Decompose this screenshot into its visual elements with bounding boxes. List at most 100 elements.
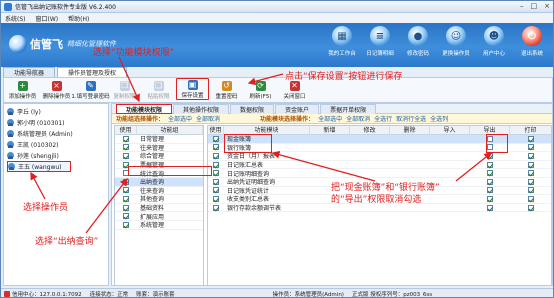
group-select-all-link[interactable]: 全部选中 — [168, 114, 192, 123]
status-version: 正式版 授权序列号：pz003_6ss — [351, 291, 433, 298]
toolbar-button: ❏ 粘贴权限 — [142, 78, 175, 100]
permission-tab[interactable]: 票据开单权限 — [320, 104, 377, 114]
use-cell — [208, 170, 224, 177]
permission-tab[interactable]: 数据权限 — [230, 104, 275, 114]
banner-tile-button[interactable]: ☺ 更换操作员 — [439, 26, 473, 57]
use-checkbox[interactable] — [123, 213, 129, 220]
permission-tab[interactable]: 资金账户 — [275, 104, 320, 114]
logo-icon — [9, 35, 27, 53]
function-group-row[interactable]: 系统管理 — [115, 221, 203, 230]
operator-item[interactable]: 系统管理员 (Admin) — [7, 128, 105, 139]
permission-tab[interactable]: 功能模块权限 — [116, 104, 173, 114]
tab-operator-management[interactable]: 操作员管理及授权 — [57, 67, 128, 77]
export-checkbox[interactable] — [487, 170, 493, 177]
use-checkbox[interactable] — [213, 204, 219, 211]
use-checkbox[interactable] — [123, 178, 129, 185]
select-column-link[interactable]: 全选列 — [430, 114, 448, 123]
header-function-group: 功能组 — [137, 126, 203, 135]
export-checkbox[interactable] — [487, 152, 493, 159]
window-title: 信管飞出纳记账软件专业版 V6.2.400 — [15, 4, 116, 11]
use-checkbox[interactable] — [213, 170, 219, 177]
module-deselect-all-link[interactable]: 全部取消 — [346, 114, 370, 123]
menu-help[interactable]: 帮助(H) — [68, 14, 89, 23]
use-checkbox[interactable] — [213, 161, 219, 168]
module-ops-title: 功能模块选择操作： — [260, 116, 315, 123]
banner-tile-button[interactable]: ☻ 用户中心 — [477, 26, 511, 57]
operator-item[interactable]: 李丘 (ly) — [7, 106, 105, 117]
print-checkbox[interactable] — [527, 178, 534, 185]
use-checkbox[interactable] — [123, 221, 129, 228]
use-checkbox[interactable] — [213, 135, 219, 142]
export-checkbox[interactable] — [487, 178, 493, 185]
menu-window[interactable]: 窗口(W) — [36, 14, 59, 23]
toolbar-button[interactable]: × 删除操作员 — [40, 78, 73, 100]
use-checkbox[interactable] — [213, 152, 219, 159]
use-checkbox[interactable] — [123, 170, 129, 177]
use-checkbox[interactable] — [213, 144, 219, 151]
toolbar-button: ❐ 复制权限 — [108, 78, 141, 100]
toolbar-button[interactable]: ✎ 1.填写登录密码 — [71, 78, 110, 100]
export-cell — [470, 187, 510, 194]
user-icon — [7, 108, 14, 115]
use-cell — [115, 144, 137, 151]
export-cell — [470, 170, 510, 177]
export-checkbox[interactable] — [487, 161, 493, 168]
export-checkbox[interactable] — [487, 195, 493, 202]
print-cell — [510, 161, 551, 168]
use-checkbox[interactable] — [123, 187, 129, 194]
operator-item[interactable]: 王五 (wangwu) — [7, 161, 71, 172]
close-window-button[interactable]: × — [544, 3, 550, 10]
user-icon — [7, 119, 14, 126]
operator-item[interactable]: 孙莲 (shengjli) — [7, 150, 105, 161]
group-deselect-all-link[interactable]: 全部取消 — [196, 114, 220, 123]
banner-tile-button[interactable]: ≡ 日记簿明细 — [363, 26, 397, 57]
tab-function-navigator[interactable]: 功能导航器 — [3, 67, 56, 77]
operator-item[interactable]: 郭小明 (010301) — [7, 117, 105, 128]
use-checkbox[interactable] — [123, 195, 129, 202]
print-checkbox[interactable] — [527, 204, 534, 211]
menu-system[interactable]: 系统(S) — [5, 14, 26, 23]
use-checkbox[interactable] — [213, 178, 219, 185]
minimize-button[interactable]: – — [520, 3, 524, 10]
export-checkbox[interactable] — [487, 187, 493, 194]
menu-bar: 系统(S) 窗口(W) 帮助(H) — [1, 13, 553, 23]
print-checkbox[interactable] — [527, 195, 534, 202]
use-cell — [208, 152, 224, 159]
banner-tile-button[interactable]: ▦ 我的工作台 — [325, 26, 359, 57]
export-checkbox[interactable] — [487, 204, 493, 211]
use-checkbox[interactable] — [123, 152, 129, 159]
deselect-row-link[interactable]: 取消行全选 — [396, 114, 426, 123]
toolbar-button[interactable]: ↺ 重置密码 — [210, 78, 243, 100]
banner-tile-button[interactable]: ⏻ 退出系统 — [515, 26, 549, 57]
use-checkbox[interactable] — [123, 161, 129, 168]
operator-name: 孙莲 (shengjli) — [17, 153, 59, 160]
print-checkbox[interactable] — [527, 152, 534, 159]
print-checkbox[interactable] — [527, 135, 534, 142]
print-checkbox[interactable] — [527, 170, 534, 177]
print-checkbox[interactable] — [527, 144, 534, 151]
export-checkbox[interactable] — [487, 144, 493, 151]
use-checkbox[interactable] — [123, 204, 129, 211]
permission-tab[interactable]: 其他操作权限 — [173, 104, 230, 114]
use-checkbox[interactable] — [213, 187, 219, 194]
banner-tile-label: 修改密码 — [406, 51, 429, 57]
annotation-save: 点击“保存设置”按钮进行保存 — [285, 72, 403, 82]
toolbar-button[interactable]: ▣ 保存设置 — [176, 78, 209, 100]
select-row-link[interactable]: 全选行 — [374, 114, 392, 123]
toolbar-button[interactable]: + 添加操作员 — [6, 78, 39, 100]
toolbar-button[interactable]: ⟳ 刷新(F5) — [244, 78, 277, 100]
print-cell — [510, 178, 551, 185]
use-checkbox[interactable] — [213, 195, 219, 202]
module-select-all-link[interactable]: 全部选中 — [318, 114, 342, 123]
toolbar-button-icon: ✕ — [289, 81, 300, 91]
print-checkbox[interactable] — [527, 187, 534, 194]
use-cell — [115, 195, 137, 202]
operator-item[interactable]: 王凯 (010302) — [7, 139, 105, 150]
export-checkbox[interactable] — [487, 135, 493, 142]
maximize-button[interactable]: □ — [531, 3, 538, 10]
toolbar-button-label: 复制权限 — [113, 94, 136, 100]
use-checkbox[interactable] — [123, 144, 129, 151]
print-checkbox[interactable] — [527, 161, 534, 168]
use-checkbox[interactable] — [123, 135, 129, 142]
banner-tile-button[interactable]: ● 修改密码 — [401, 26, 435, 57]
